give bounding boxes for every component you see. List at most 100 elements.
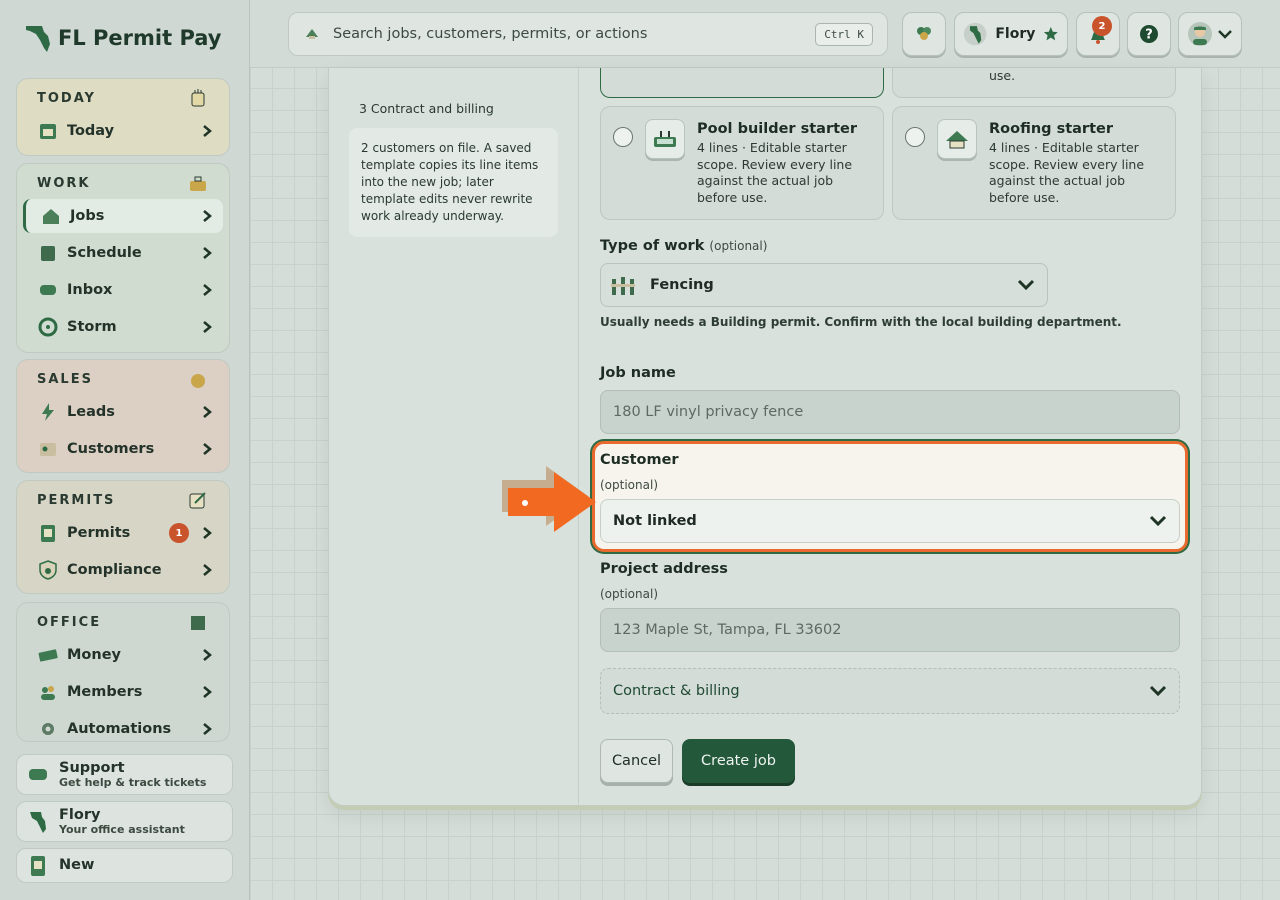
contact-card-icon bbox=[40, 443, 56, 456]
chevron-right-icon bbox=[203, 321, 212, 333]
shield-icon bbox=[39, 560, 57, 580]
customer-label: Customer bbox=[600, 452, 679, 468]
permits-count-badge: 1 bbox=[169, 523, 189, 543]
clover-icon bbox=[917, 27, 931, 40]
customer-optional-hint: (optional) bbox=[600, 478, 658, 492]
help-button[interactable]: ? bbox=[1127, 12, 1171, 56]
avatar bbox=[1188, 22, 1212, 46]
template-radio[interactable] bbox=[613, 127, 633, 147]
pool-icon bbox=[645, 119, 685, 159]
pointer-arrow-icon bbox=[502, 466, 596, 532]
chevron-right-icon bbox=[203, 247, 212, 259]
template-title: Roofing starter bbox=[989, 121, 1114, 137]
chevron-right-icon bbox=[203, 406, 212, 418]
nav-group-sales: SALES Leads Customers bbox=[16, 359, 230, 473]
money-icon bbox=[38, 649, 58, 662]
search-shortcut-hint: Ctrl K bbox=[815, 22, 873, 46]
notifications-button[interactable]: 2 bbox=[1076, 12, 1120, 56]
chevron-right-icon bbox=[203, 210, 212, 222]
sidebar-item-inbox[interactable]: Inbox bbox=[23, 273, 223, 307]
template-title: Pool builder starter bbox=[697, 121, 858, 137]
calendar-icon bbox=[40, 124, 56, 139]
sidebar-item-permits[interactable]: Permits 1 bbox=[23, 516, 223, 550]
nav-group-office: OFFICE Money Members Automations bbox=[16, 602, 230, 742]
signing-icon bbox=[189, 492, 206, 509]
chevron-right-icon bbox=[203, 443, 212, 455]
chevron-right-icon bbox=[203, 649, 212, 661]
template-option-selected[interactable] bbox=[600, 68, 884, 98]
search-placeholder: Search jobs, customers, permits, or acti… bbox=[333, 26, 648, 42]
chevron-right-icon bbox=[203, 723, 212, 735]
quick-actions-button[interactable] bbox=[902, 12, 946, 56]
svg-text:?: ? bbox=[1145, 28, 1153, 43]
office-building-icon bbox=[191, 616, 205, 630]
template-description: 4 lines · Editable starter scope. Review… bbox=[697, 140, 853, 205]
sidebar-item-today[interactable]: Today bbox=[23, 114, 223, 148]
chevron-down-icon bbox=[1017, 279, 1035, 291]
project-address-label: Project address bbox=[600, 561, 728, 577]
schedule-icon bbox=[41, 246, 55, 261]
step-contract-billing[interactable]: 3 Contract and billing bbox=[359, 101, 494, 116]
template-option-roofing[interactable]: Roofing starter 4 lines · Editable start… bbox=[892, 106, 1176, 220]
florida-assistant-icon bbox=[963, 22, 987, 46]
sidebar-item-compliance[interactable]: Compliance bbox=[23, 553, 223, 587]
florida-assistant-icon bbox=[30, 811, 46, 833]
chevron-right-icon bbox=[203, 125, 212, 137]
template-option[interactable]: use. bbox=[892, 68, 1176, 98]
template-radio[interactable] bbox=[905, 127, 925, 147]
job-name-input[interactable]: 180 LF vinyl privacy fence bbox=[600, 390, 1180, 434]
roof-icon bbox=[937, 119, 977, 159]
permit-document-icon bbox=[41, 525, 55, 542]
topbar: Search jobs, customers, permits, or acti… bbox=[250, 0, 1280, 68]
brand-logo[interactable]: FL Permit Pay bbox=[24, 22, 222, 54]
cancel-button[interactable]: Cancel bbox=[600, 739, 673, 783]
search-icon bbox=[306, 29, 318, 39]
star-icon bbox=[1044, 27, 1059, 41]
sidebar: FL Permit Pay TODAY Today WORK Jobs Sche… bbox=[0, 0, 250, 900]
group-heading: OFFICE bbox=[37, 614, 102, 630]
chat-icon bbox=[40, 285, 56, 295]
group-heading: SALES bbox=[37, 371, 93, 387]
contract-billing-section[interactable]: Contract & billing bbox=[600, 668, 1180, 714]
new-document-icon bbox=[31, 855, 45, 876]
toolbox-icon bbox=[190, 176, 206, 191]
nav-group-work: WORK Jobs Schedule Inbox Storm bbox=[16, 163, 230, 353]
create-job-button[interactable]: Create job bbox=[682, 739, 795, 783]
florida-logo-icon bbox=[26, 26, 50, 52]
customer-select[interactable]: Not linked bbox=[600, 499, 1180, 543]
customer-value: Not linked bbox=[613, 513, 697, 529]
fence-icon bbox=[611, 277, 635, 295]
new-button[interactable]: New bbox=[16, 848, 233, 883]
chevron-right-icon bbox=[203, 284, 212, 296]
assistant-button[interactable]: Flory Your office assistant bbox=[16, 801, 233, 842]
contract-billing-label: Contract & billing bbox=[613, 683, 740, 699]
user-menu-button[interactable] bbox=[1178, 12, 1242, 56]
group-heading: PERMITS bbox=[37, 492, 116, 508]
cup-icon bbox=[191, 89, 205, 107]
type-of-work-select[interactable]: Fencing bbox=[600, 263, 1048, 307]
sidebar-item-schedule[interactable]: Schedule bbox=[23, 236, 223, 270]
members-icon bbox=[41, 686, 55, 700]
chevron-down-icon bbox=[1149, 685, 1167, 697]
template-option-pool-builder[interactable]: Pool builder starter 4 lines · Editable … bbox=[600, 106, 884, 220]
project-address-input[interactable]: 123 Maple St, Tampa, FL 33602 bbox=[600, 608, 1180, 652]
project-address-optional-hint: (optional) bbox=[600, 587, 658, 601]
global-search[interactable]: Search jobs, customers, permits, or acti… bbox=[288, 12, 888, 56]
chevron-down-icon bbox=[1149, 515, 1167, 527]
group-heading: TODAY bbox=[37, 90, 96, 106]
sidebar-item-automations[interactable]: Automations bbox=[23, 712, 223, 741]
support-button[interactable]: Support Get help & track tickets bbox=[16, 754, 233, 795]
assistant-menu-button[interactable]: Flory bbox=[954, 12, 1068, 56]
template-description: 4 lines · Editable starter scope. Review… bbox=[989, 140, 1145, 205]
template-info-note: 2 customers on file. A saved template co… bbox=[349, 128, 558, 237]
sidebar-item-storm[interactable]: Storm bbox=[23, 310, 223, 344]
sidebar-item-jobs[interactable]: Jobs bbox=[23, 199, 223, 233]
sidebar-item-money[interactable]: Money bbox=[23, 638, 223, 672]
sidebar-item-customers[interactable]: Customers bbox=[23, 432, 223, 466]
lightning-icon bbox=[42, 403, 54, 421]
form-step-column: 3 Contract and billing 2 customers on fi… bbox=[329, 68, 579, 806]
money-bag-icon bbox=[191, 374, 205, 388]
sidebar-item-leads[interactable]: Leads bbox=[23, 395, 223, 429]
sidebar-item-members[interactable]: Members bbox=[23, 675, 223, 709]
chevron-right-icon bbox=[203, 564, 212, 576]
